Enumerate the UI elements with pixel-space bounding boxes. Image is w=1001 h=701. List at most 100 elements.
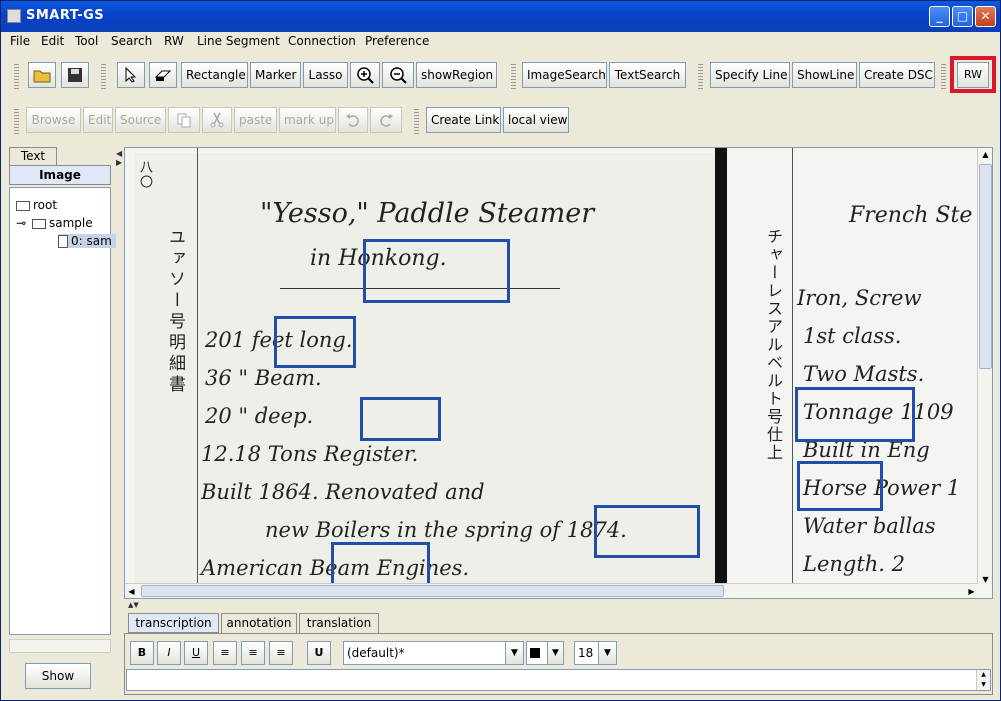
marker-button[interactable]: Marker bbox=[250, 62, 301, 88]
tab-image[interactable]: Image bbox=[9, 165, 111, 185]
create-link-button[interactable]: Create Link bbox=[426, 107, 501, 133]
show-region-button[interactable]: showRegion bbox=[416, 62, 497, 88]
align-left-icon[interactable]: ≡ bbox=[213, 641, 237, 665]
region-box-honkong[interactable] bbox=[363, 239, 510, 303]
maximize-button[interactable]: □ bbox=[952, 6, 973, 27]
app-window: SMART-GS _ □ ✕ File Edit Tool Search RW … bbox=[0, 0, 1001, 701]
chevron-down-icon[interactable]: ▼ bbox=[598, 642, 616, 664]
rw-button[interactable]: RW bbox=[957, 62, 989, 88]
font-size-value: 18 bbox=[578, 646, 594, 660]
browse-button[interactable]: Browse bbox=[26, 107, 81, 133]
region-box-1874[interactable] bbox=[594, 505, 700, 558]
local-view-button[interactable]: local view bbox=[503, 107, 569, 133]
image-hscroll[interactable]: ◀ ▶ bbox=[125, 583, 978, 598]
text-search-button[interactable]: TextSearch bbox=[609, 62, 686, 88]
tree-node-root[interactable]: root bbox=[16, 198, 57, 212]
tree-node-sample[interactable]: sample bbox=[32, 216, 93, 230]
menu-file[interactable]: File bbox=[10, 34, 30, 48]
scroll-right-icon[interactable]: ▶ bbox=[965, 585, 978, 598]
manuscript-line: "Yesso," Paddle Steamer bbox=[260, 198, 595, 229]
splitter-arrow-icon[interactable]: ▲▼ bbox=[128, 601, 139, 609]
editor-panel: transcription annotation translation B I… bbox=[124, 611, 993, 695]
chevron-down-icon[interactable]: ▼ bbox=[547, 642, 563, 664]
tab-text[interactable]: Text bbox=[9, 147, 57, 165]
italic-button[interactable]: I bbox=[157, 641, 181, 665]
save-icon[interactable] bbox=[61, 62, 89, 88]
splitter-arrow-icon[interactable]: ◀ ▶ bbox=[116, 149, 122, 167]
zoom-in-icon[interactable] bbox=[350, 62, 380, 88]
tab-transcription[interactable]: transcription bbox=[128, 613, 219, 633]
toolbar-grip[interactable] bbox=[941, 62, 946, 90]
scroll-down-icon[interactable]: ▼ bbox=[979, 573, 992, 586]
cut-icon[interactable] bbox=[202, 107, 232, 133]
eraser-icon[interactable] bbox=[149, 62, 177, 88]
menu-line-segment[interactable]: Line Segment bbox=[197, 34, 280, 48]
manuscript-line: Built 1864. Renovated and bbox=[201, 480, 485, 504]
toolbar-grip[interactable] bbox=[698, 62, 703, 90]
rectangle-button[interactable]: Rectangle bbox=[181, 62, 248, 88]
align-right-icon[interactable]: ≡ bbox=[269, 641, 293, 665]
folder-icon bbox=[32, 218, 46, 229]
tab-annotation[interactable]: annotation bbox=[221, 613, 297, 633]
menu-rw[interactable]: RW bbox=[164, 34, 184, 48]
undo-icon[interactable] bbox=[338, 107, 368, 133]
menu-connection[interactable]: Connection bbox=[288, 34, 356, 48]
image-vscroll[interactable]: ▲ ▼ bbox=[977, 148, 992, 586]
vscroll-thumb[interactable] bbox=[979, 164, 992, 369]
scroll-up-icon[interactable]: ▲ bbox=[979, 148, 992, 161]
edit-button[interactable]: Edit bbox=[83, 107, 113, 133]
source-button[interactable]: Source bbox=[115, 107, 166, 133]
zoom-out-icon[interactable] bbox=[382, 62, 414, 88]
show-button[interactable]: Show bbox=[25, 663, 91, 689]
region-box-deep[interactable] bbox=[360, 397, 441, 441]
unicode-icon[interactable]: U bbox=[307, 641, 331, 665]
menu-search[interactable]: Search bbox=[111, 34, 152, 48]
copy-icon[interactable] bbox=[168, 107, 200, 133]
text-area-scroll-icon[interactable]: ▲ ▼ bbox=[976, 670, 990, 690]
region-box-tonnage[interactable] bbox=[795, 387, 915, 442]
hscroll-thumb[interactable] bbox=[141, 585, 724, 597]
color-select[interactable]: ▼ bbox=[526, 641, 564, 665]
close-button[interactable]: ✕ bbox=[975, 6, 996, 27]
toolbar-grip[interactable] bbox=[414, 107, 419, 135]
markup-button[interactable]: mark up bbox=[279, 107, 336, 133]
font-select-value: (default)* bbox=[347, 646, 405, 660]
menu-preference[interactable]: Preference bbox=[365, 34, 429, 48]
image-viewer[interactable]: 八〇 ユァソー号明細書 "Yesso," Paddle Steamer in H… bbox=[124, 147, 993, 599]
japanese-title-left: ユァソー号明細書 bbox=[165, 228, 185, 396]
font-size-select[interactable]: 18 ▼ bbox=[574, 641, 617, 665]
region-box-feet[interactable] bbox=[274, 316, 356, 368]
minimize-button[interactable]: _ bbox=[929, 6, 950, 27]
pointer-icon[interactable] bbox=[117, 62, 145, 88]
underline-button[interactable]: U bbox=[184, 641, 208, 665]
toolbar-grip[interactable] bbox=[101, 62, 106, 90]
folder-icon bbox=[16, 200, 30, 211]
chevron-down-icon[interactable]: ▼ bbox=[505, 642, 523, 664]
show-line-button[interactable]: ShowLine bbox=[792, 62, 857, 88]
font-select[interactable]: (default)* ▼ bbox=[343, 641, 524, 665]
lasso-button[interactable]: Lasso bbox=[303, 62, 348, 88]
create-dsc-button[interactable]: Create DSC bbox=[859, 62, 935, 88]
align-center-icon[interactable]: ≡ bbox=[241, 641, 265, 665]
bold-button[interactable]: B bbox=[130, 641, 154, 665]
menu-tool[interactable]: Tool bbox=[75, 34, 98, 48]
transcription-text-area[interactable]: ▲ ▼ bbox=[126, 669, 991, 691]
edit-toolbar: Browse Edit Source paste mark up Create … bbox=[1, 99, 1000, 143]
menu-edit[interactable]: Edit bbox=[41, 34, 64, 48]
image-search-button[interactable]: ImageSearch bbox=[522, 62, 607, 88]
toolbar-grip[interactable] bbox=[14, 107, 19, 135]
tree-toggle-icon[interactable]: ⊸ bbox=[16, 216, 26, 230]
toolbar-grip[interactable] bbox=[14, 62, 19, 90]
region-box-steam[interactable] bbox=[331, 542, 430, 586]
region-box-horse[interactable] bbox=[797, 461, 883, 511]
paste-button[interactable]: paste bbox=[234, 107, 277, 133]
toolbar-grip[interactable] bbox=[511, 62, 516, 90]
scroll-left-icon[interactable]: ◀ bbox=[125, 585, 138, 598]
tab-translation[interactable]: translation bbox=[299, 613, 379, 633]
page-gutter bbox=[715, 148, 727, 586]
tree-hscroll[interactable] bbox=[9, 639, 111, 653]
redo-icon[interactable] bbox=[370, 107, 402, 133]
tree-node-file[interactable]: 0: sam bbox=[58, 234, 116, 248]
open-folder-icon[interactable] bbox=[28, 62, 56, 88]
specify-line-button[interactable]: Specify Line bbox=[710, 62, 790, 88]
